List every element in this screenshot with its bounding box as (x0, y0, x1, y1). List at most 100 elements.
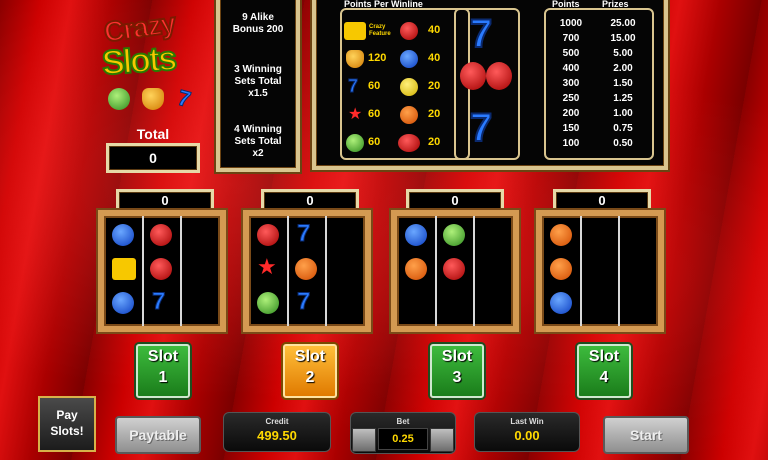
ppw-value: 120 (368, 52, 387, 64)
prize-points: 200 (562, 108, 580, 119)
orange-icon (295, 258, 317, 280)
prize-points: 700 (562, 33, 580, 44)
cherry-icon (486, 62, 512, 90)
slot-button-word: Slot (588, 348, 620, 365)
orange-icon (405, 258, 427, 280)
slot-button-number: 3 (452, 369, 462, 386)
prize-points: 1000 (559, 18, 583, 29)
credit-value: 499.50 (257, 428, 297, 443)
slot-button-number: 2 (305, 369, 315, 386)
ppw-value: 60 (368, 136, 381, 148)
logo-line2: Slots (100, 38, 178, 83)
prize-points: 250 (562, 93, 580, 104)
ppw-value: 20 (428, 108, 441, 120)
melon-icon (257, 292, 279, 314)
strawberry-icon (400, 22, 418, 40)
reel-divider (435, 216, 437, 326)
slot-button-number: 1 (158, 369, 168, 386)
cherries-icon (398, 134, 420, 152)
cherries-icon (150, 258, 172, 280)
last-win-value: 0.00 (514, 428, 540, 443)
ppw-row: 60 20 (342, 132, 468, 156)
prize-amount: 1.50 (613, 78, 633, 89)
slot-button-number: 4 (599, 369, 609, 386)
ppw-value: 20 (428, 136, 441, 148)
prize-points: 150 (562, 123, 580, 134)
plum-icon (550, 292, 572, 314)
bet-increase-button[interactable] (430, 428, 454, 452)
prize-amount: 25.00 (610, 18, 636, 29)
credit-panel: Credit 499.50 (223, 412, 331, 452)
orange-icon (400, 106, 418, 124)
cherries-icon (150, 224, 172, 246)
prize-amount: 15.00 (610, 33, 636, 44)
reel-divider (142, 216, 144, 326)
plum-icon (405, 224, 427, 246)
prize-points: 300 (562, 78, 580, 89)
slot-1-button[interactable]: Slot 1 (136, 344, 190, 398)
bonus-symbols-panel: 7 7 (454, 8, 520, 160)
slot-3-reels (391, 210, 519, 332)
prize-row: 250 1.25 (546, 93, 652, 106)
ppw-feature-label: Crazy Feature (369, 24, 391, 37)
prize-amount: 1.00 (613, 108, 633, 119)
prize-row: 300 1.50 (546, 78, 652, 91)
ppw-row: Crazy Feature 40 (342, 20, 468, 44)
reel-divider (180, 216, 182, 326)
prize-amount: 1.25 (613, 93, 633, 104)
plum-icon (112, 224, 134, 246)
melon-icon (108, 88, 130, 110)
prize-row: 1000 25.00 (546, 18, 652, 31)
slot-3-button[interactable]: Slot 3 (430, 344, 484, 398)
last-win-panel: Last Win 0.00 (474, 412, 580, 452)
crazy-slots-symbol-icon (112, 258, 136, 280)
prize-row: 500 5.00 (546, 48, 652, 61)
orange-icon (550, 224, 572, 246)
total-value: 0 (106, 143, 200, 173)
seven-icon: 7 (469, 11, 493, 57)
prize-amount: 5.00 (613, 48, 633, 59)
seven-icon: 7 (296, 288, 311, 316)
paytable-button[interactable]: Paytable (115, 416, 201, 454)
orange-icon (550, 258, 572, 280)
prize-row: 200 1.00 (546, 108, 652, 121)
strawberry-icon (257, 224, 279, 246)
slot-button-word: Slot (147, 348, 179, 365)
bet-label: Bet (396, 417, 410, 426)
prize-row: 150 0.75 (546, 123, 652, 136)
reel-divider (618, 216, 620, 326)
bet-decrease-button[interactable] (352, 428, 376, 452)
reel-divider (580, 216, 582, 326)
plum-icon (400, 50, 418, 68)
pay-slots-line1: Pay (56, 408, 78, 422)
slot-button-word: Slot (294, 348, 326, 365)
bonus-line: 3 Winning (234, 64, 282, 75)
credit-label: Credit (265, 417, 289, 426)
start-button[interactable]: Start (603, 416, 689, 454)
ppw-value: 20 (428, 80, 441, 92)
melon-icon (443, 224, 465, 246)
reel-divider (473, 216, 475, 326)
pay-slots-line2: Slots! (50, 424, 84, 438)
bell-icon (142, 88, 164, 110)
seven-icon: 7 (175, 84, 194, 113)
prize-amount: 0.75 (613, 123, 633, 134)
slot-2-reels: 7 ★ 7 (243, 210, 371, 332)
last-win-label: Last Win (510, 417, 544, 426)
bet-value: 0.25 (378, 428, 428, 450)
slot-4-button[interactable]: Slot 4 (577, 344, 631, 398)
prize-row: 100 0.50 (546, 138, 652, 151)
bonus-line: Sets Total (234, 136, 282, 147)
bonus-line: Bonus 200 (232, 24, 284, 35)
reel-divider (287, 216, 289, 326)
total-label: Total (136, 126, 170, 142)
seven-icon: 7 (296, 220, 311, 248)
ppw-value: 60 (368, 80, 381, 92)
star-icon: ★ (257, 254, 277, 279)
plum-icon (112, 292, 134, 314)
slot-2-button[interactable]: Slot 2 (283, 344, 337, 398)
crazy-slots-logo: Crazy Slots (98, 6, 210, 86)
points-per-winline-table: Crazy Feature 40 120 40 7 60 20 ★ 60 20 (340, 8, 470, 160)
ppw-row: 7 60 20 (342, 76, 468, 100)
pay-slots-button[interactable]: Pay Slots! (38, 396, 96, 452)
